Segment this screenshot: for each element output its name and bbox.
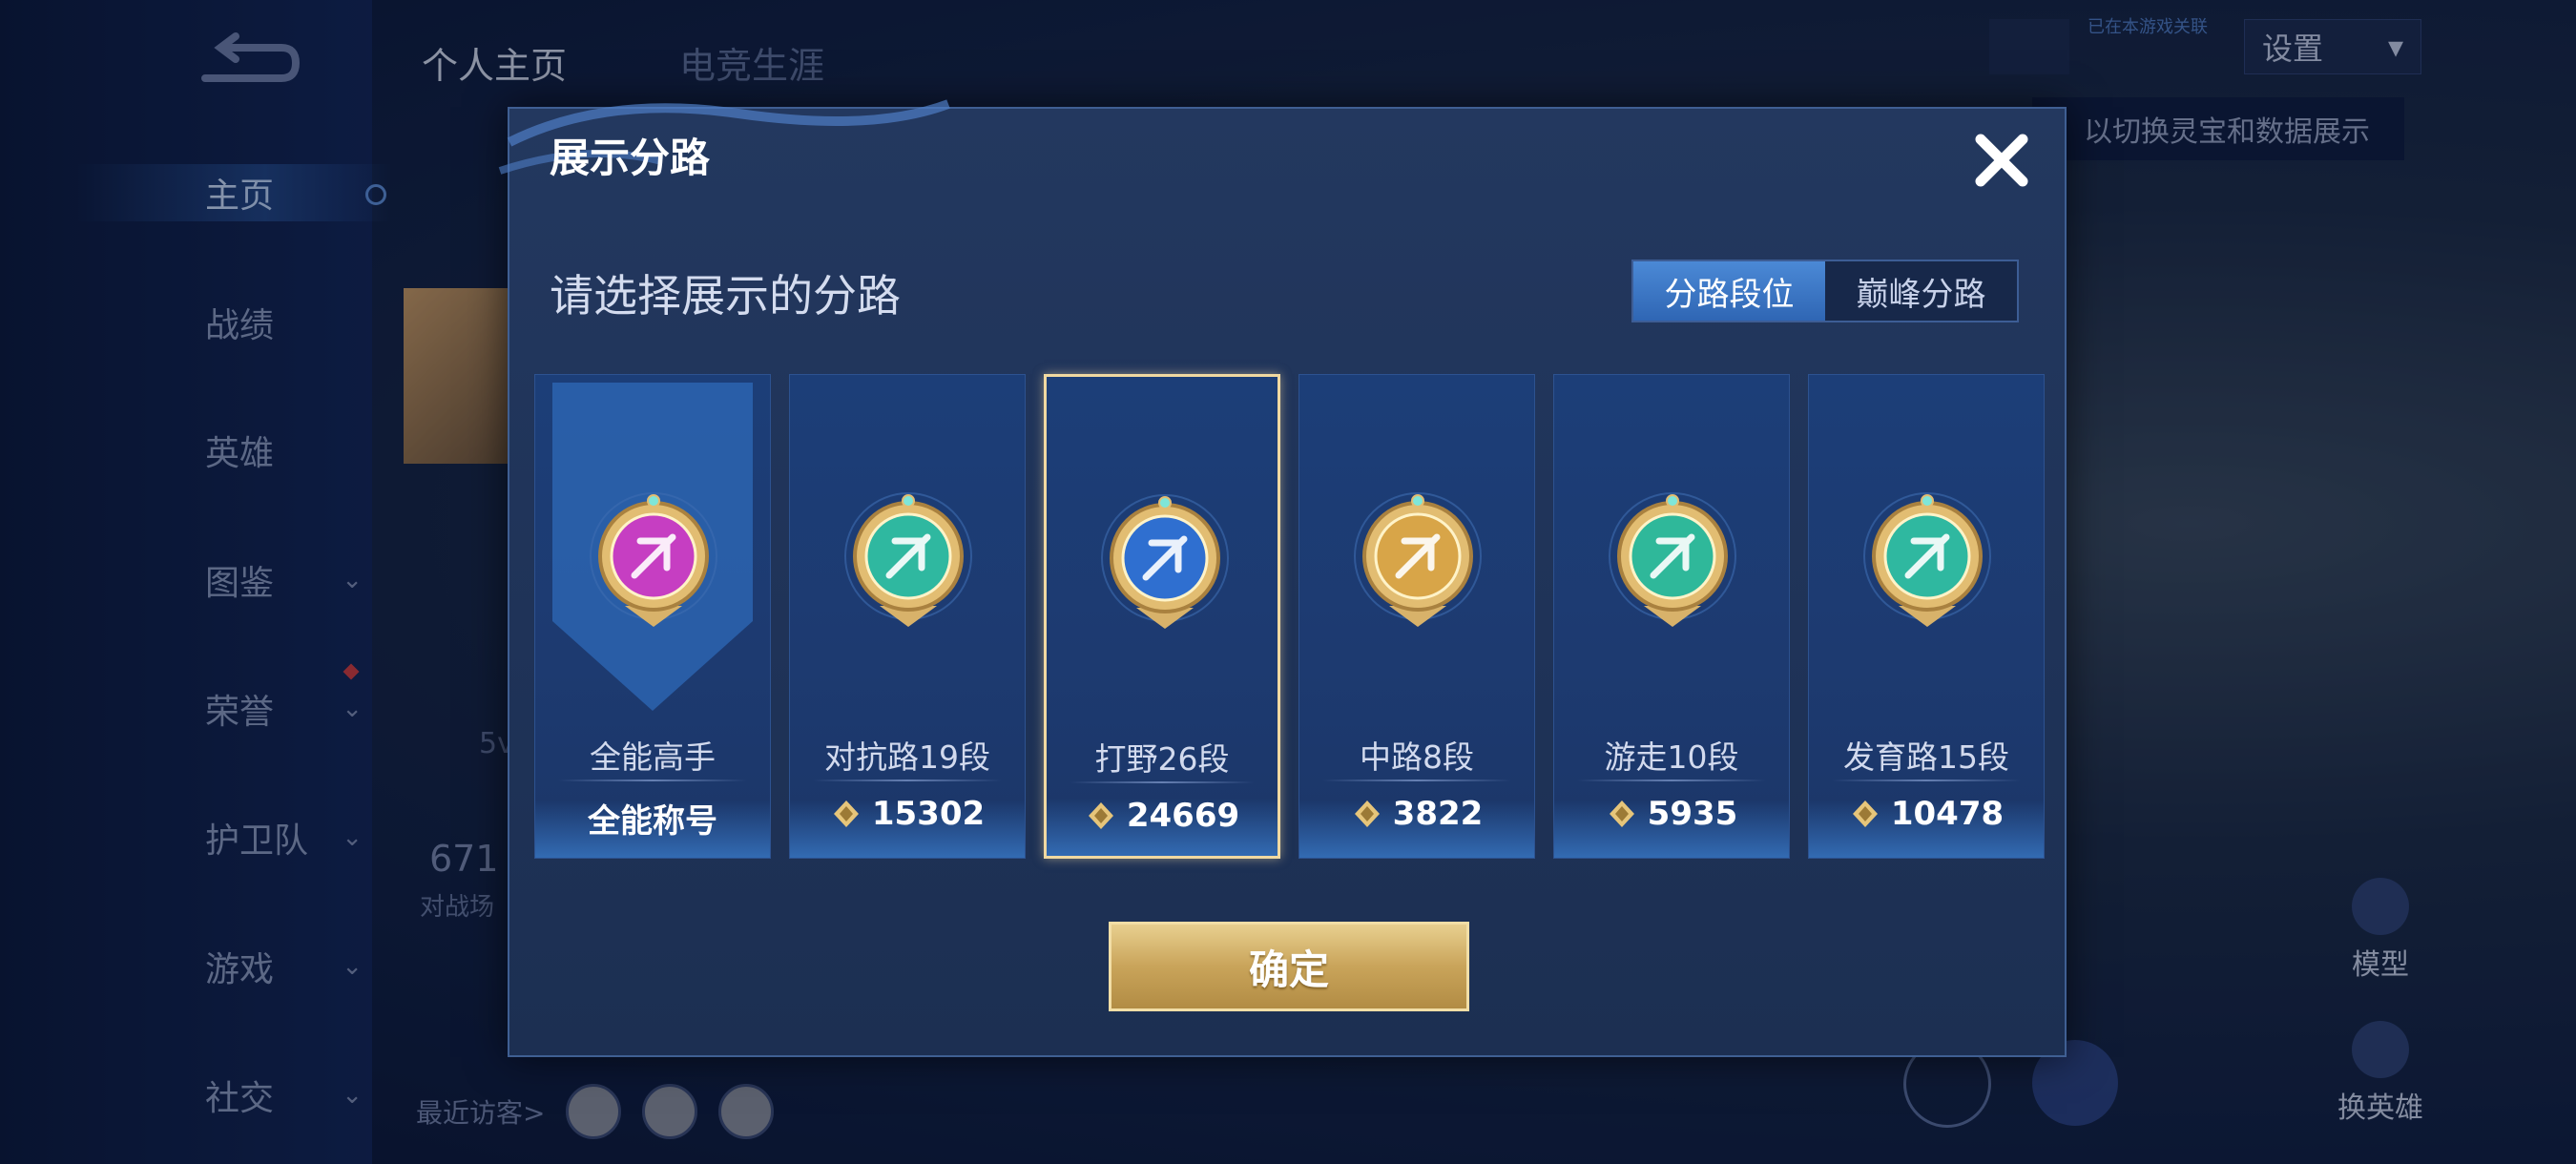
divider xyxy=(813,779,1002,781)
lane-rank-label: 对抗路19段 xyxy=(824,738,990,776)
divider xyxy=(1322,779,1511,781)
divider xyxy=(558,779,747,781)
lane-card[interactable]: 中路8段 3822 xyxy=(1298,374,1535,859)
farm-lane-emblem-icon xyxy=(1863,492,1991,627)
decorative-swirl-icon xyxy=(498,99,950,175)
lane-score-value: 5935 xyxy=(1647,795,1738,833)
lane-score: 10478 xyxy=(1809,795,2044,833)
lane-rank-label: 发育路15段 xyxy=(1843,738,2009,776)
lane-score: 3822 xyxy=(1299,795,1534,833)
divider xyxy=(1577,779,1766,781)
lane-score-value: 3822 xyxy=(1392,795,1484,833)
lane-card[interactable]: 打野26段 24669 xyxy=(1044,374,1280,859)
lane-score-value: 全能称号 xyxy=(588,802,717,841)
lane-display-dialog: 展示分路 请选择展示的分路 分路段位 巅峰分路 全能高手 全能称号 对抗路19段 15… xyxy=(498,99,2067,1057)
lane-score-value: 15302 xyxy=(871,795,986,833)
lane-score: 15302 xyxy=(790,795,1025,833)
lane-score-value: 10478 xyxy=(1890,795,2005,833)
lane-score-value: 24669 xyxy=(1126,797,1240,835)
lane-rank-label: 打野26段 xyxy=(1094,740,1230,778)
tab-peak-lane[interactable]: 巅峰分路 xyxy=(1825,261,2017,321)
mid-lane-emblem-icon xyxy=(1354,492,1482,627)
lane-mode-toggle[interactable]: 分路段位 巅峰分路 xyxy=(1631,260,2019,322)
clash-lane-emblem-icon xyxy=(844,492,972,627)
lane-card[interactable]: 游走10段 5935 xyxy=(1553,374,1790,859)
lane-rank-label: 中路8段 xyxy=(1360,738,1474,776)
lane-card[interactable]: 对抗路19段 15302 xyxy=(789,374,1026,859)
lane-score: 5935 xyxy=(1554,795,1789,833)
lane-card[interactable]: 全能高手 全能称号 xyxy=(534,374,771,859)
dialog-title: 展示分路 xyxy=(550,135,711,181)
rank-point-icon xyxy=(1354,800,1380,827)
rank-point-icon xyxy=(1609,800,1634,827)
confirm-button[interactable]: 确定 xyxy=(1109,922,1469,1011)
all-round-emblem-icon xyxy=(590,492,717,627)
roam-emblem-icon xyxy=(1609,492,1736,627)
close-icon[interactable] xyxy=(1967,126,2036,195)
rank-point-icon xyxy=(1088,802,1113,829)
lane-score: 24669 xyxy=(1047,797,1278,835)
lane-rank-label: 游走10段 xyxy=(1604,738,1739,776)
divider xyxy=(1832,779,2021,781)
divider xyxy=(1070,781,1255,783)
rank-point-icon xyxy=(1852,800,1878,827)
jungle-emblem-icon xyxy=(1101,494,1229,629)
lane-card[interactable]: 发育路15段 10478 xyxy=(1808,374,2045,859)
tab-lane-rank[interactable]: 分路段位 xyxy=(1633,261,1825,321)
rank-point-icon xyxy=(833,800,859,827)
lane-score: 全能称号 xyxy=(535,795,770,842)
lane-rank-label: 全能高手 xyxy=(590,738,716,776)
dialog-subtitle: 请选择展示的分路 xyxy=(550,270,901,322)
